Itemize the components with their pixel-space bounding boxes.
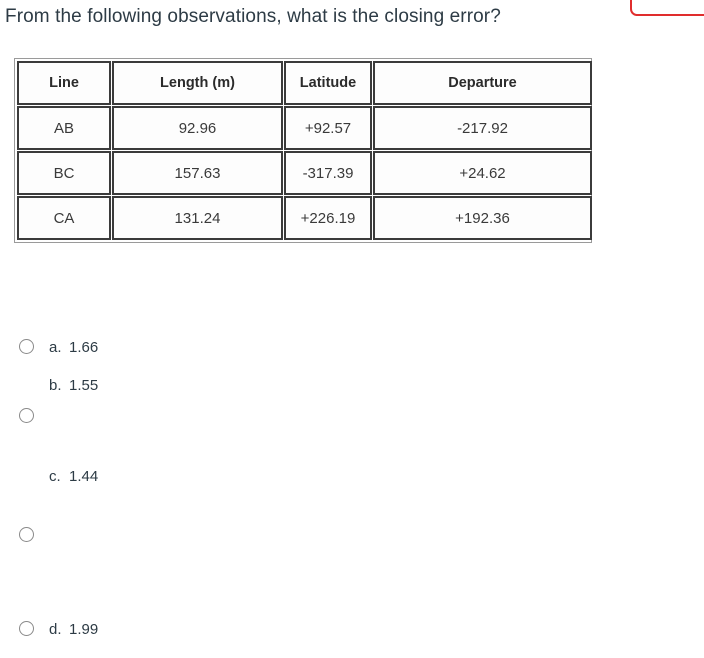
radio-option-a[interactable] bbox=[19, 339, 34, 354]
cell-departure: +192.36 bbox=[373, 196, 592, 240]
option-label-b[interactable]: b. 1.55 bbox=[49, 377, 98, 395]
question-prompt: From the following observations, what is… bbox=[5, 6, 501, 27]
option-label-a[interactable]: a. 1.66 bbox=[49, 339, 98, 357]
column-header-departure: Departure bbox=[373, 61, 592, 105]
option-letter-a: a. bbox=[49, 339, 62, 356]
cell-line: CA bbox=[17, 196, 111, 240]
observations-table: Line Length (m) Latitude Departure AB 92… bbox=[16, 60, 593, 241]
cell-latitude: +226.19 bbox=[284, 196, 372, 240]
option-letter-c: c. bbox=[49, 468, 61, 485]
column-header-length: Length (m) bbox=[112, 61, 283, 105]
option-letter-d: d. bbox=[49, 621, 62, 638]
cell-length: 131.24 bbox=[112, 196, 283, 240]
option-value-b: 1.55 bbox=[69, 377, 99, 394]
radio-option-c[interactable] bbox=[19, 527, 34, 542]
cell-departure: -217.92 bbox=[373, 106, 592, 150]
table-row: CA 131.24 +226.19 +192.36 bbox=[17, 196, 592, 240]
cell-line: BC bbox=[17, 151, 111, 195]
column-header-line: Line bbox=[17, 61, 111, 105]
quiz-question-page: From the following observations, what is… bbox=[0, 0, 704, 658]
option-letter-b: b. bbox=[49, 377, 62, 394]
option-value-c: 1.44 bbox=[69, 468, 99, 485]
radio-option-d[interactable] bbox=[19, 621, 34, 636]
cell-latitude: +92.57 bbox=[284, 106, 372, 150]
radio-option-b[interactable] bbox=[19, 408, 34, 423]
option-label-c[interactable]: c. 1.44 bbox=[49, 468, 98, 486]
option-value-a: 1.66 bbox=[69, 339, 99, 356]
cell-length: 92.96 bbox=[112, 106, 283, 150]
cell-length: 157.63 bbox=[112, 151, 283, 195]
cell-latitude: -317.39 bbox=[284, 151, 372, 195]
column-header-latitude: Latitude bbox=[284, 61, 372, 105]
cell-line: AB bbox=[17, 106, 111, 150]
observations-table-container: Line Length (m) Latitude Departure AB 92… bbox=[14, 58, 592, 243]
table-row: AB 92.96 +92.57 -217.92 bbox=[17, 106, 592, 150]
option-value-d: 1.99 bbox=[69, 621, 99, 638]
option-label-d[interactable]: d. 1.99 bbox=[49, 621, 98, 639]
table-row: BC 157.63 -317.39 +24.62 bbox=[17, 151, 592, 195]
table-header-row: Line Length (m) Latitude Departure bbox=[17, 61, 592, 105]
cell-departure: +24.62 bbox=[373, 151, 592, 195]
